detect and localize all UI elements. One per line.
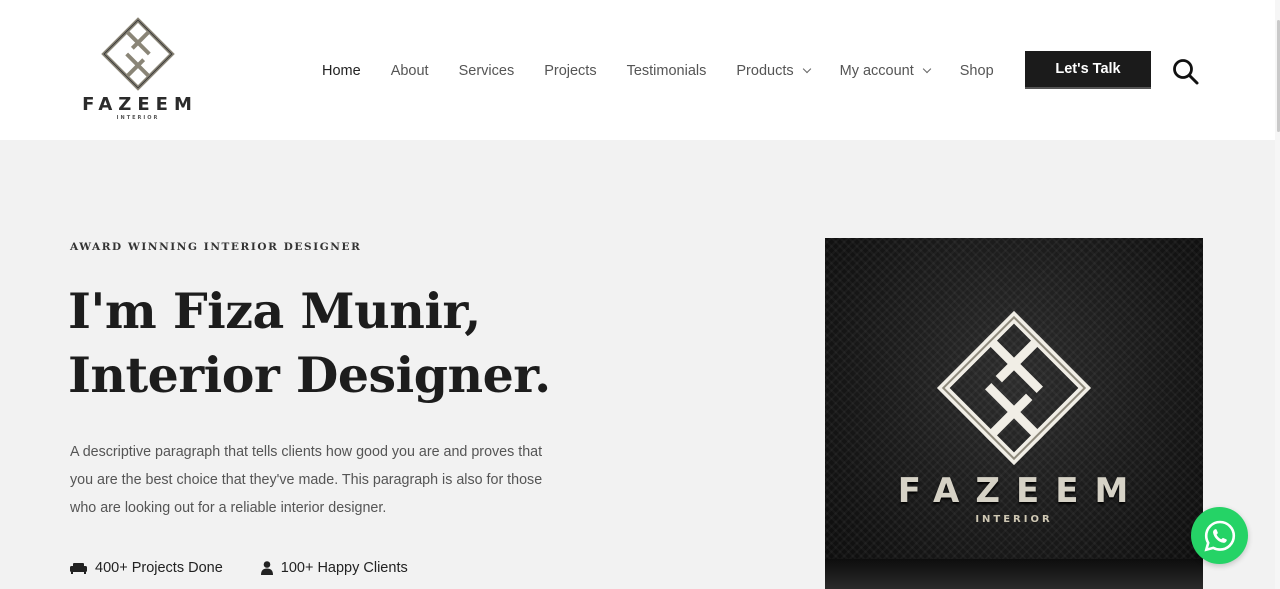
hero-title: I'm Fiza Munir, Interior Designer.: [68, 279, 551, 407]
hero-description: A descriptive paragraph that tells clien…: [70, 444, 543, 516]
user-icon: [260, 561, 273, 575]
image-wordmark: FAZEEM: [897, 471, 1145, 511]
nav-item-products[interactable]: Products: [736, 63, 811, 79]
logo-subtitle: INTERIOR: [116, 115, 160, 121]
chevron-down-icon: [922, 64, 932, 74]
whatsapp-button[interactable]: [1191, 507, 1248, 564]
chevron-down-icon: [802, 64, 811, 74]
nav-label: Products: [736, 63, 794, 79]
hero-title-line-1: I'm Fiza Munir,: [68, 282, 481, 340]
hero-eyebrow: AWARD WINNING INTERIOR DESIGNER: [70, 241, 362, 253]
nav-item-services[interactable]: Services: [459, 63, 515, 79]
hero-title-line-2: Interior Designer.: [68, 346, 551, 404]
nav-label: About: [390, 63, 429, 79]
hero-image: FAZEEM INTERIOR: [825, 238, 1203, 589]
logo-mark-icon: [936, 310, 1092, 466]
nav-item-testimonials[interactable]: Testimonials: [627, 63, 707, 79]
nav-label: Testimonials: [626, 63, 707, 79]
stat-clients: 100+ Happy Clients: [260, 560, 408, 576]
stat-label: 400+ Projects Done: [95, 560, 223, 576]
logo-mark-icon: [101, 17, 175, 91]
nav-label: Projects: [544, 63, 597, 79]
stat-label: 100+ Happy Clients: [280, 560, 408, 576]
nav-item-about[interactable]: About: [391, 63, 429, 79]
nav-item-home[interactable]: Home: [322, 63, 361, 79]
nav-label: Home: [322, 63, 361, 79]
nav-label: Shop: [959, 63, 994, 79]
nav-item-projects[interactable]: Projects: [544, 63, 596, 79]
whatsapp-icon: [1203, 520, 1235, 552]
site-logo[interactable]: FAZEEM INTERIOR: [74, 14, 202, 126]
logo-wordmark: FAZEEM: [82, 94, 198, 115]
nav-label: My account: [839, 63, 914, 79]
site-header: FAZEEM INTERIOR Home About Services Proj…: [0, 0, 1280, 140]
lets-talk-button[interactable]: Let's Talk: [1025, 51, 1151, 89]
stat-projects: 400+ Projects Done: [70, 560, 223, 576]
nav-item-shop[interactable]: Shop: [960, 63, 994, 79]
main-nav: Home About Services Projects Testimonial…: [322, 60, 1024, 82]
page-scrollbar[interactable]: [1275, 0, 1280, 589]
hero-stats: 400+ Projects Done 100+ Happy Clients: [70, 560, 446, 576]
sofa-icon: [70, 562, 87, 574]
image-floor: [825, 559, 1203, 589]
nav-label: Services: [458, 63, 515, 79]
search-icon[interactable]: [1171, 57, 1201, 87]
image-subtitle: INTERIOR: [975, 514, 1053, 525]
nav-item-my-account[interactable]: My account: [839, 63, 932, 79]
